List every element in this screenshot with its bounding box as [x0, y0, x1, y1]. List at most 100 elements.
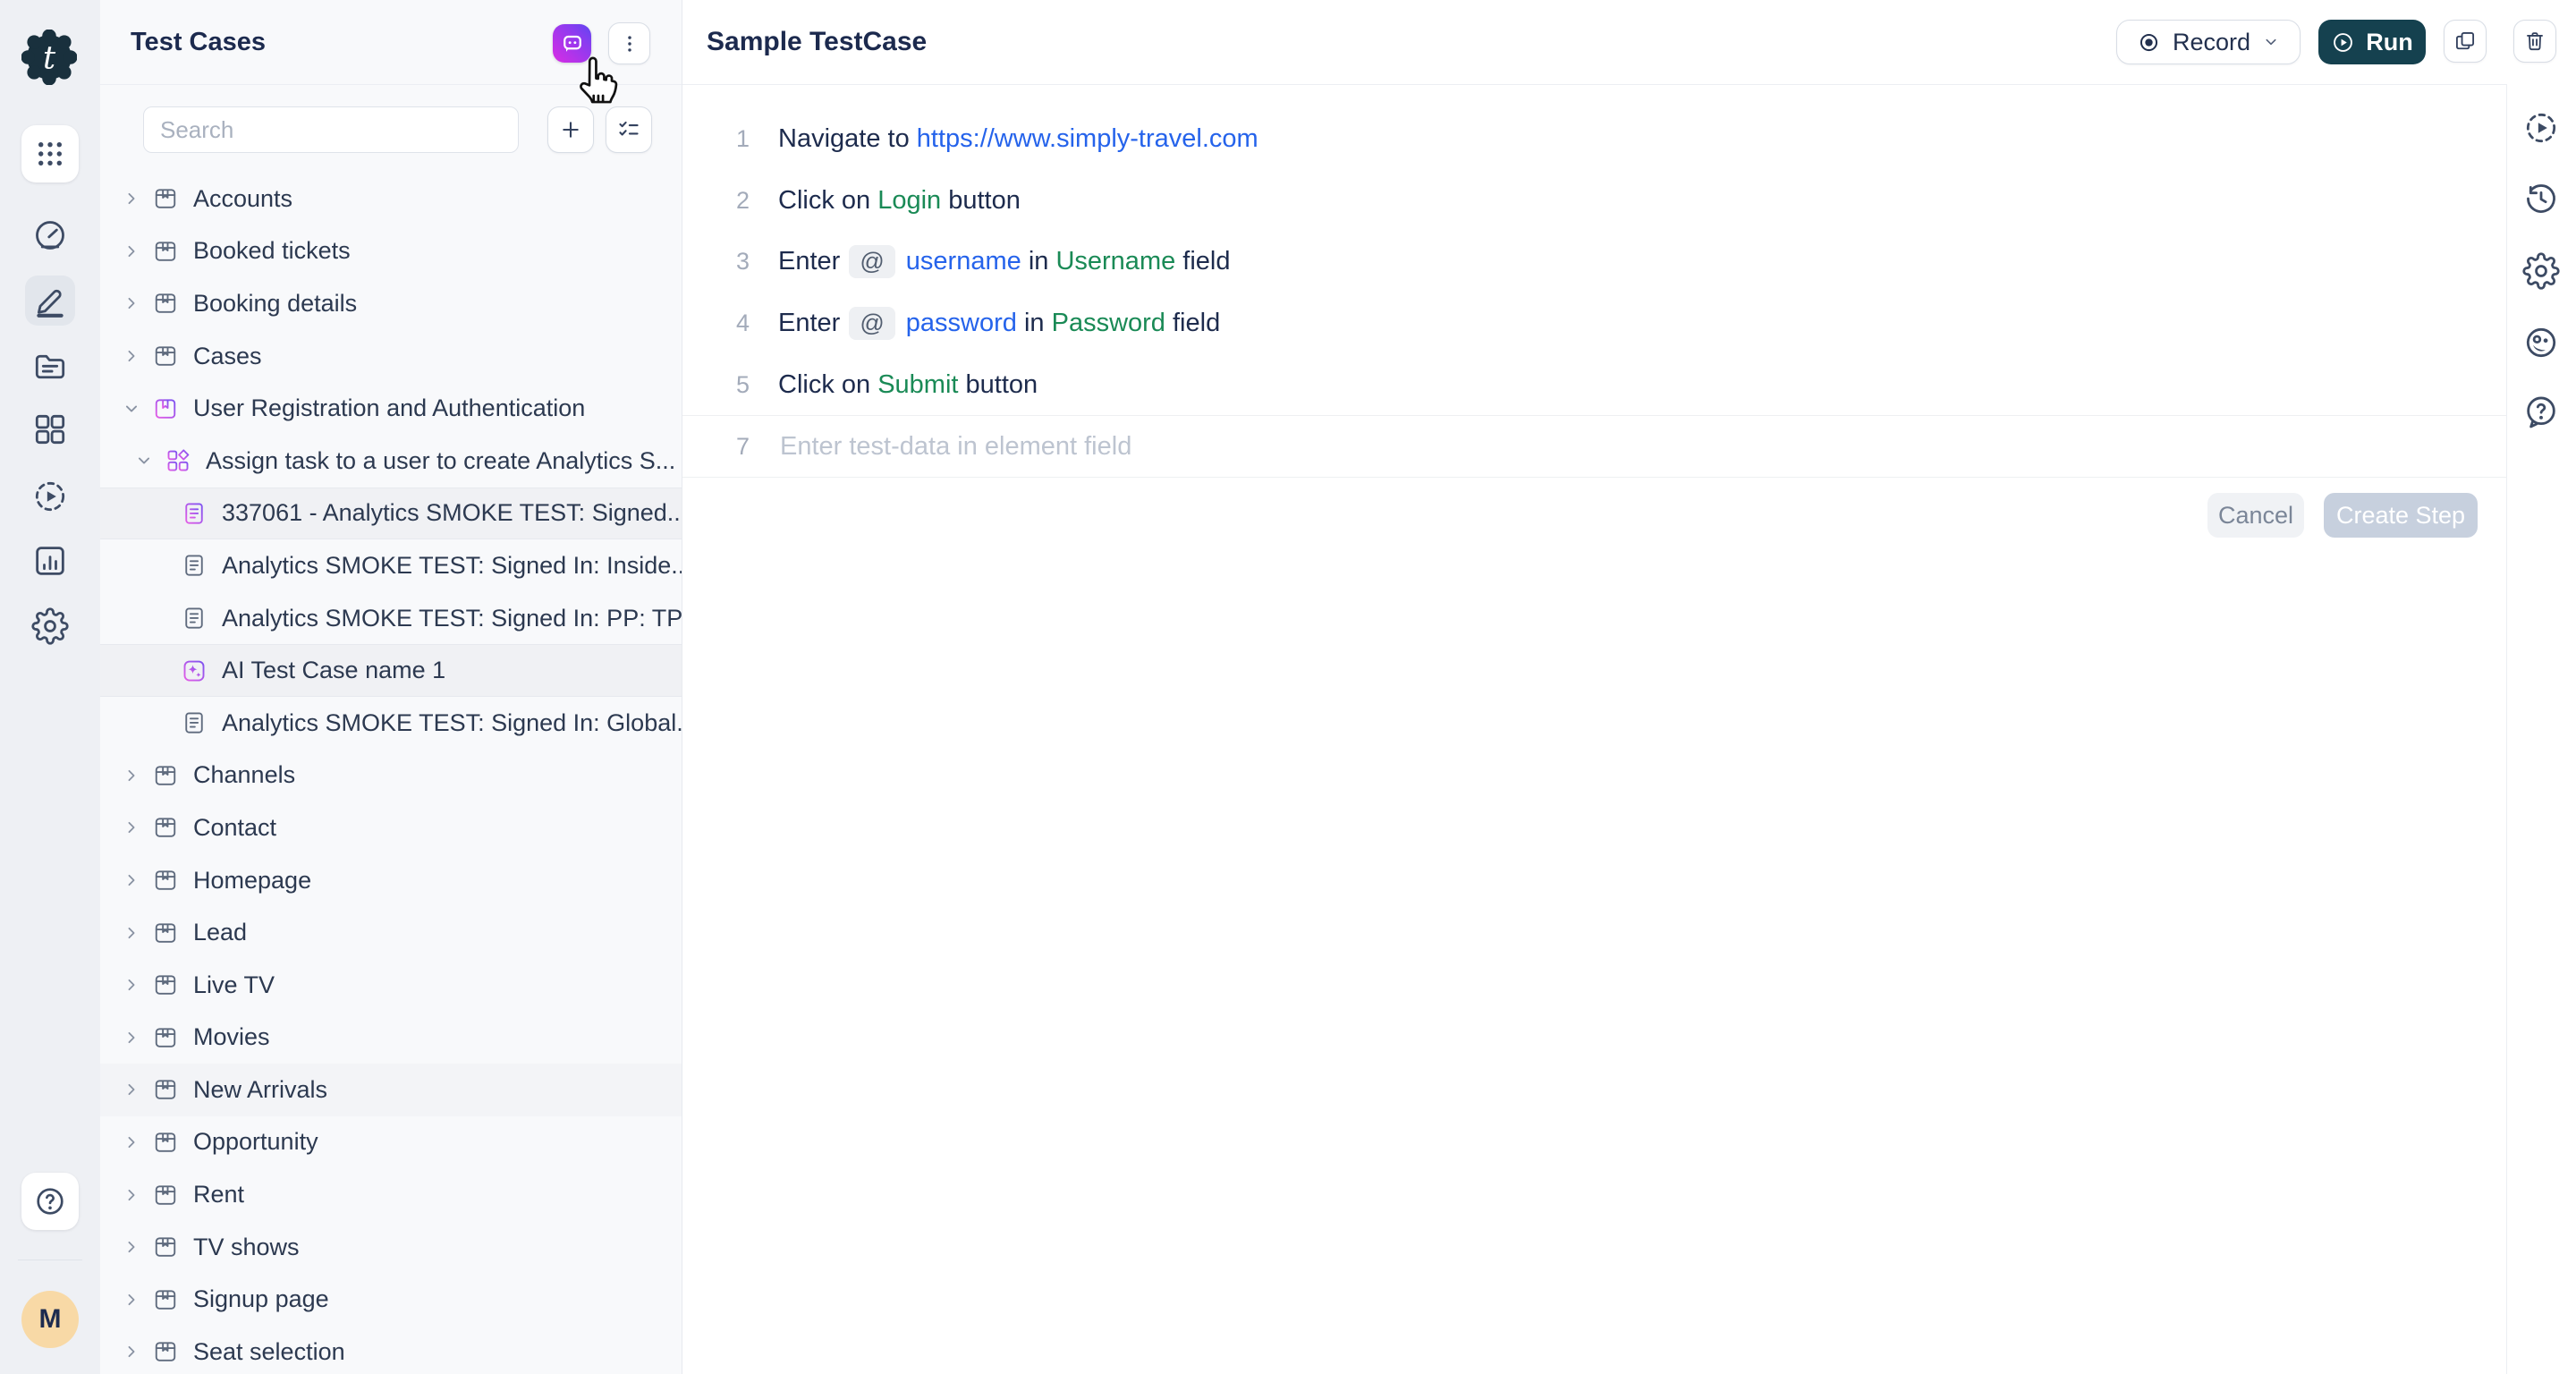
- doc-icon: [181, 552, 208, 579]
- rail-help-bubble-button[interactable]: [2520, 390, 2563, 433]
- tree-item[interactable]: Seat selection: [100, 1326, 682, 1374]
- chevron-right-icon: [122, 1028, 141, 1047]
- tree-item-label: Signup page: [193, 1285, 329, 1313]
- apps-grid-icon: [33, 137, 67, 171]
- test-step-row[interactable]: 5 Click on Submit button: [682, 354, 2506, 416]
- tree-item-label: Seat selection: [193, 1338, 345, 1366]
- tree-item[interactable]: Rent: [100, 1168, 682, 1221]
- record-label: Record: [2173, 29, 2250, 56]
- test-step-row[interactable]: 4 Enter @password in Password field: [682, 293, 2506, 354]
- more-options-button[interactable]: [608, 22, 650, 64]
- tree-item-label: Channels: [193, 761, 295, 789]
- nav-settings-button[interactable]: [29, 605, 72, 648]
- duplicate-button[interactable]: [2444, 20, 2487, 63]
- tree-item[interactable]: Contact: [100, 802, 682, 854]
- tree-item[interactable]: 337061 - Analytics SMOKE TEST: Signed...: [100, 488, 682, 540]
- folder-icon: [31, 348, 69, 386]
- tree-item[interactable]: Cases: [100, 330, 682, 383]
- new-step-input[interactable]: [778, 431, 1855, 462]
- package-icon: [152, 1286, 179, 1313]
- left-nav-rail: t M: [0, 0, 100, 1374]
- tree-item-label: Movies: [193, 1023, 270, 1051]
- tree-item[interactable]: Live TV: [100, 959, 682, 1012]
- tree-item[interactable]: TV shows: [100, 1221, 682, 1274]
- tree-item[interactable]: Assign task to a user to create Analytic…: [100, 435, 682, 488]
- chevron-down-icon: [122, 399, 141, 419]
- tree-item[interactable]: User Registration and Authentication: [100, 382, 682, 435]
- user-avatar[interactable]: M: [21, 1291, 79, 1348]
- trash-icon: [2523, 30, 2546, 53]
- tree-item[interactable]: Homepage: [100, 854, 682, 907]
- package-icon: [152, 1338, 179, 1365]
- tree-item[interactable]: Opportunity: [100, 1116, 682, 1169]
- ai-assistant-button[interactable]: [553, 24, 591, 63]
- package-icon: [152, 1182, 179, 1209]
- tree-item-label: 337061 - Analytics SMOKE TEST: Signed...: [222, 499, 682, 527]
- tree-item[interactable]: Channels: [100, 750, 682, 802]
- tree-item-label: Lead: [193, 919, 247, 946]
- header-divider: [682, 84, 2576, 85]
- nav-folder-button[interactable]: [29, 345, 72, 388]
- rail-feedback-button[interactable]: [2520, 321, 2563, 364]
- tree-item[interactable]: Booking details: [100, 277, 682, 330]
- step-text: Navigate to https://www.simply-travel.co…: [778, 124, 1258, 154]
- test-step-row[interactable]: 2 Click on Login button: [682, 170, 2506, 232]
- step-number: 2: [682, 187, 750, 215]
- rail-dry-run-button[interactable]: [2520, 106, 2563, 149]
- nav-dashboard-button[interactable]: [29, 214, 72, 257]
- chevron-right-icon: [122, 293, 141, 313]
- step-segment-plain: field: [1165, 309, 1220, 338]
- help-button[interactable]: [21, 1173, 79, 1230]
- step-number: 7: [682, 433, 750, 461]
- add-test-case-button[interactable]: [547, 106, 594, 153]
- tree-item[interactable]: Accounts: [100, 173, 682, 225]
- nav-reports-button[interactable]: [29, 539, 72, 582]
- record-button[interactable]: Record: [2116, 20, 2301, 64]
- grid-icon: [31, 411, 69, 448]
- step-number: 1: [682, 125, 750, 153]
- rail-settings-button[interactable]: [2520, 250, 2563, 293]
- chevron-right-icon: [122, 923, 141, 943]
- bulk-select-button[interactable]: [606, 106, 652, 153]
- tree-item[interactable]: Analytics SMOKE TEST: Signed In: PP: TP.…: [100, 592, 682, 645]
- sidebar-header: Test Cases: [100, 0, 682, 85]
- doc-grad-icon: [181, 500, 208, 527]
- step-number: 5: [682, 371, 750, 399]
- nav-grid-button[interactable]: [29, 408, 72, 451]
- tree-item[interactable]: Movies: [100, 1012, 682, 1064]
- run-button[interactable]: Run: [2318, 20, 2426, 64]
- tree-item[interactable]: Lead: [100, 906, 682, 959]
- tree-item[interactable]: Booked tickets: [100, 225, 682, 278]
- package-icon: [152, 185, 179, 212]
- copy-icon: [2453, 30, 2477, 53]
- tree-item-label: AI Test Case name 1: [222, 657, 445, 684]
- nav-edit-button[interactable]: [25, 276, 75, 326]
- new-step-row[interactable]: 7: [682, 416, 2506, 477]
- dry-run-icon: [31, 478, 69, 515]
- chevron-right-icon: [122, 975, 141, 995]
- nav-dry-run-button[interactable]: [29, 475, 72, 518]
- tree-item-label: Analytics SMOKE TEST: Signed In: PP: TP.…: [222, 605, 682, 632]
- delete-button[interactable]: [2513, 20, 2556, 63]
- test-step-row[interactable]: 3 Enter @username in Username field: [682, 231, 2506, 293]
- rail-history-button[interactable]: [2520, 177, 2563, 220]
- test-step-row[interactable]: 1 Navigate to https://www.simply-travel.…: [682, 108, 2506, 170]
- step-actions: Cancel Create Step: [682, 478, 2506, 538]
- tree-item-label: Homepage: [193, 867, 311, 895]
- step-segment-element: Password: [1052, 309, 1165, 338]
- tree-item[interactable]: New Arrivals: [100, 1064, 682, 1116]
- nav-apps-grid-button[interactable]: [21, 125, 79, 182]
- package-icon: [152, 1234, 179, 1260]
- tree-item[interactable]: Analytics SMOKE TEST: Signed In: Inside.…: [100, 539, 682, 592]
- test-case-editor: Sample TestCase Record Run 1 Navigate to…: [682, 0, 2506, 1374]
- plus-icon: [558, 117, 583, 142]
- search-input[interactable]: [143, 106, 519, 153]
- tree-item[interactable]: AI Test Case name 1: [100, 644, 682, 697]
- tree-item[interactable]: Signup page: [100, 1273, 682, 1326]
- chevron-right-icon: [122, 1237, 141, 1257]
- chevron-down-icon: [2262, 33, 2280, 51]
- cancel-button[interactable]: Cancel: [2207, 493, 2304, 538]
- create-step-button[interactable]: Create Step: [2324, 493, 2478, 538]
- play-circle-icon: [2331, 30, 2355, 55]
- tree-item[interactable]: Analytics SMOKE TEST: Signed In: Global.…: [100, 697, 682, 750]
